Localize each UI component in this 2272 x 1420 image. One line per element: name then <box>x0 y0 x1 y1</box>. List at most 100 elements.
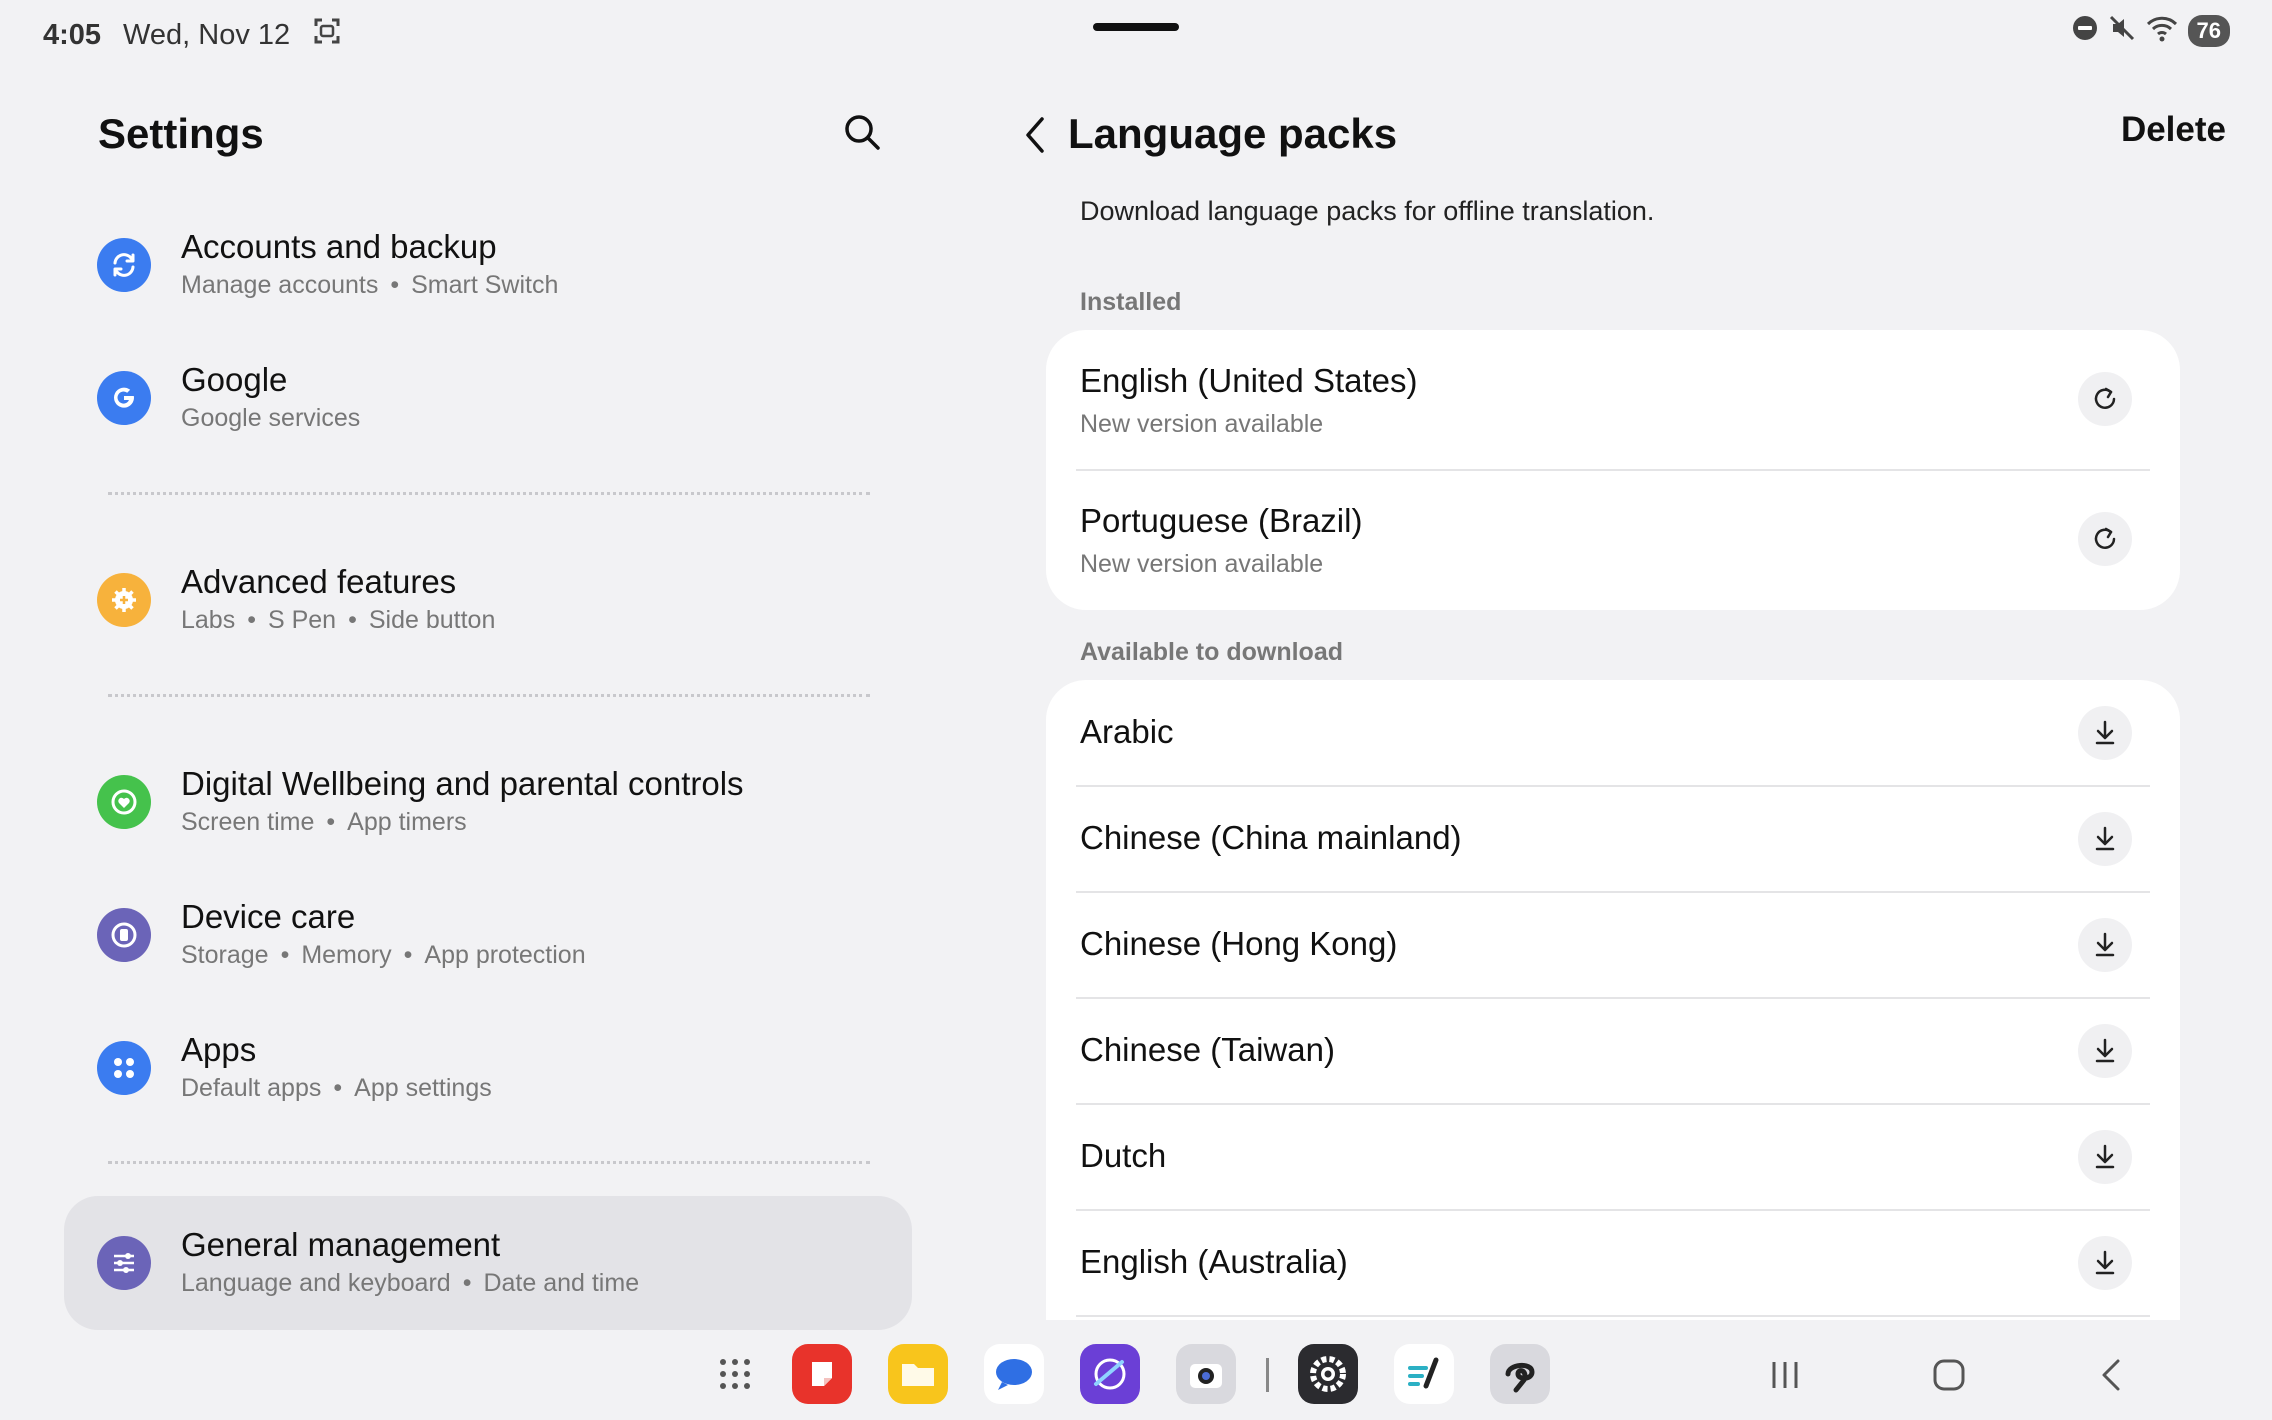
settings-item-accounts-backup[interactable]: Accounts and backup Manage accounts • Smar… <box>64 205 912 325</box>
handle-bar <box>1093 23 1179 31</box>
download-button[interactable] <box>2078 1236 2132 1290</box>
home-icon <box>1933 1359 1965 1391</box>
language-name: Chinese (China mainland) <box>1080 819 1462 856</box>
menu-subtitle: Language and keyboard • Date and time <box>181 1269 640 1297</box>
settings-item-general-management[interactable]: General management Language and keyboard… <box>64 1196 912 1330</box>
sliders-icon <box>97 1236 151 1290</box>
description: Download language packs for offline tran… <box>1080 196 1655 226</box>
sketch-app-icon[interactable] <box>1490 1344 1550 1404</box>
menu-title: Digital Wellbeing and parental controls <box>181 765 744 802</box>
download-icon <box>2095 720 2115 745</box>
pen-app-icon[interactable] <box>1394 1344 1454 1404</box>
menu-title: Google <box>181 361 288 398</box>
list-item[interactable]: English (United States) New version avai… <box>1046 330 2180 470</box>
apps-grid-icon <box>97 1041 151 1095</box>
notes-app-icon[interactable] <box>792 1344 852 1404</box>
update-button[interactable] <box>2078 512 2132 566</box>
status-bar: 4:05 Wed, Nov 12 76 <box>0 0 2272 70</box>
divider <box>1076 1315 2150 1317</box>
language-name: Chinese (Hong Kong) <box>1080 925 1398 962</box>
list-item[interactable]: English (Australia) <box>1046 1210 2180 1316</box>
language-name: Dutch <box>1080 1137 1167 1174</box>
heart-ring-icon <box>97 775 151 829</box>
section-label-available: Available to download <box>1080 638 1343 666</box>
menu-subtitle: Storage • Memory • App protection <box>181 941 586 969</box>
mute-icon <box>2108 14 2136 47</box>
language-name: Portuguese (Brazil) <box>1080 502 1363 539</box>
settings-app-icon[interactable] <box>1298 1344 1358 1404</box>
menu-subtitle: Google services <box>181 404 361 432</box>
language-name: Arabic <box>1080 713 1174 750</box>
page-title: Language packs <box>1068 110 1398 157</box>
language-name: English (United States) <box>1080 362 1418 399</box>
download-icon <box>2095 932 2115 957</box>
camera-app-icon[interactable] <box>1176 1344 1236 1404</box>
download-icon <box>2095 1144 2115 1169</box>
status-left: 4:05 Wed, Nov 12 <box>43 16 342 54</box>
menu-subtitle: Labs • S Pen • Side button <box>181 606 496 634</box>
divider <box>108 1161 870 1164</box>
recents-icon <box>1772 1362 1798 1388</box>
language-packs-pane: Language packs Delete Download language … <box>980 70 2272 1320</box>
installed-card: English (United States) New version avai… <box>1046 330 2180 610</box>
section-label-installed: Installed <box>1080 288 1182 316</box>
delete-button[interactable]: Delete <box>2121 110 2226 150</box>
list-item[interactable]: Chinese (Taiwan) <box>1046 998 2180 1104</box>
app-drawer-icon[interactable] <box>705 1344 765 1404</box>
update-button[interactable] <box>2078 372 2132 426</box>
language-status: New version available <box>1080 550 1324 578</box>
internet-app-icon[interactable] <box>1080 1344 1140 1404</box>
download-button[interactable] <box>2078 1024 2132 1078</box>
settings-item-device-care[interactable]: Device care Storage • Memory • App protectio… <box>64 875 912 995</box>
menu-subtitle: Default apps • App settings <box>181 1074 492 1102</box>
available-card: Arabic Chinese (China mainland) Chinese … <box>1046 680 2180 1320</box>
settings-item-advanced-features[interactable]: Advanced features Labs • S Pen • Side button <box>64 540 912 660</box>
settings-item-digital-wellbeing[interactable]: Digital Wellbeing and parental controls … <box>64 742 912 862</box>
download-icon <box>2095 1250 2115 1275</box>
download-button[interactable] <box>2078 1130 2132 1184</box>
download-button[interactable] <box>2078 812 2132 866</box>
taskbar-divider <box>1266 1358 1269 1392</box>
chevron-left-icon <box>1026 117 1044 153</box>
menu-title: Device care <box>181 898 356 935</box>
download-button[interactable] <box>2078 918 2132 972</box>
menu-title: Advanced features <box>181 563 457 600</box>
refresh-icon <box>2094 527 2116 549</box>
download-button[interactable] <box>2078 706 2132 760</box>
wifi-icon <box>2146 14 2178 47</box>
list-item[interactable]: Portuguese (Brazil) New version availabl… <box>1046 470 2180 610</box>
search-button[interactable] <box>836 106 888 158</box>
device-care-icon <box>97 908 151 962</box>
language-status: New version available <box>1080 410 1324 438</box>
list-item[interactable]: Chinese (China mainland) <box>1046 786 2180 892</box>
gear-plus-icon <box>97 573 151 627</box>
list-item[interactable]: Dutch <box>1046 1104 2180 1210</box>
menu-title: General management <box>181 1226 501 1263</box>
page-title: Settings <box>98 110 264 157</box>
list-item[interactable]: Chinese (Hong Kong) <box>1046 892 2180 998</box>
home-button[interactable] <box>1924 1350 1974 1400</box>
back-button[interactable] <box>1010 110 1060 160</box>
back-nav-button[interactable] <box>2086 1350 2136 1400</box>
menu-subtitle: Manage accounts • Smart Switch <box>181 271 559 299</box>
screenshot-icon <box>312 16 342 54</box>
list-item[interactable]: Arabic <box>1046 680 2180 786</box>
download-icon <box>2095 826 2115 851</box>
menu-subtitle: Screen time • App timers <box>181 808 467 836</box>
menu-title: Accounts and backup <box>181 228 497 265</box>
battery-indicator: 76 <box>2187 14 2230 47</box>
chevron-left-icon <box>2102 1359 2120 1391</box>
settings-item-google[interactable]: Google Google services <box>64 338 912 458</box>
messages-app-icon[interactable] <box>984 1344 1044 1404</box>
settings-item-apps[interactable]: Apps Default apps • App settings <box>64 1008 912 1128</box>
sync-icon <box>97 238 151 292</box>
language-name: Chinese (Taiwan) <box>1080 1031 1335 1068</box>
files-app-icon[interactable] <box>888 1344 948 1404</box>
search-icon <box>845 115 880 150</box>
google-icon <box>97 371 151 425</box>
status-date: Wed, Nov 12 <box>123 18 291 51</box>
settings-pane: Settings Accounts and backup Manage acco… <box>0 70 960 1330</box>
menu-title: Apps <box>181 1031 257 1068</box>
dnd-icon <box>2072 15 2098 46</box>
recent-apps-button[interactable] <box>1760 1350 1810 1400</box>
